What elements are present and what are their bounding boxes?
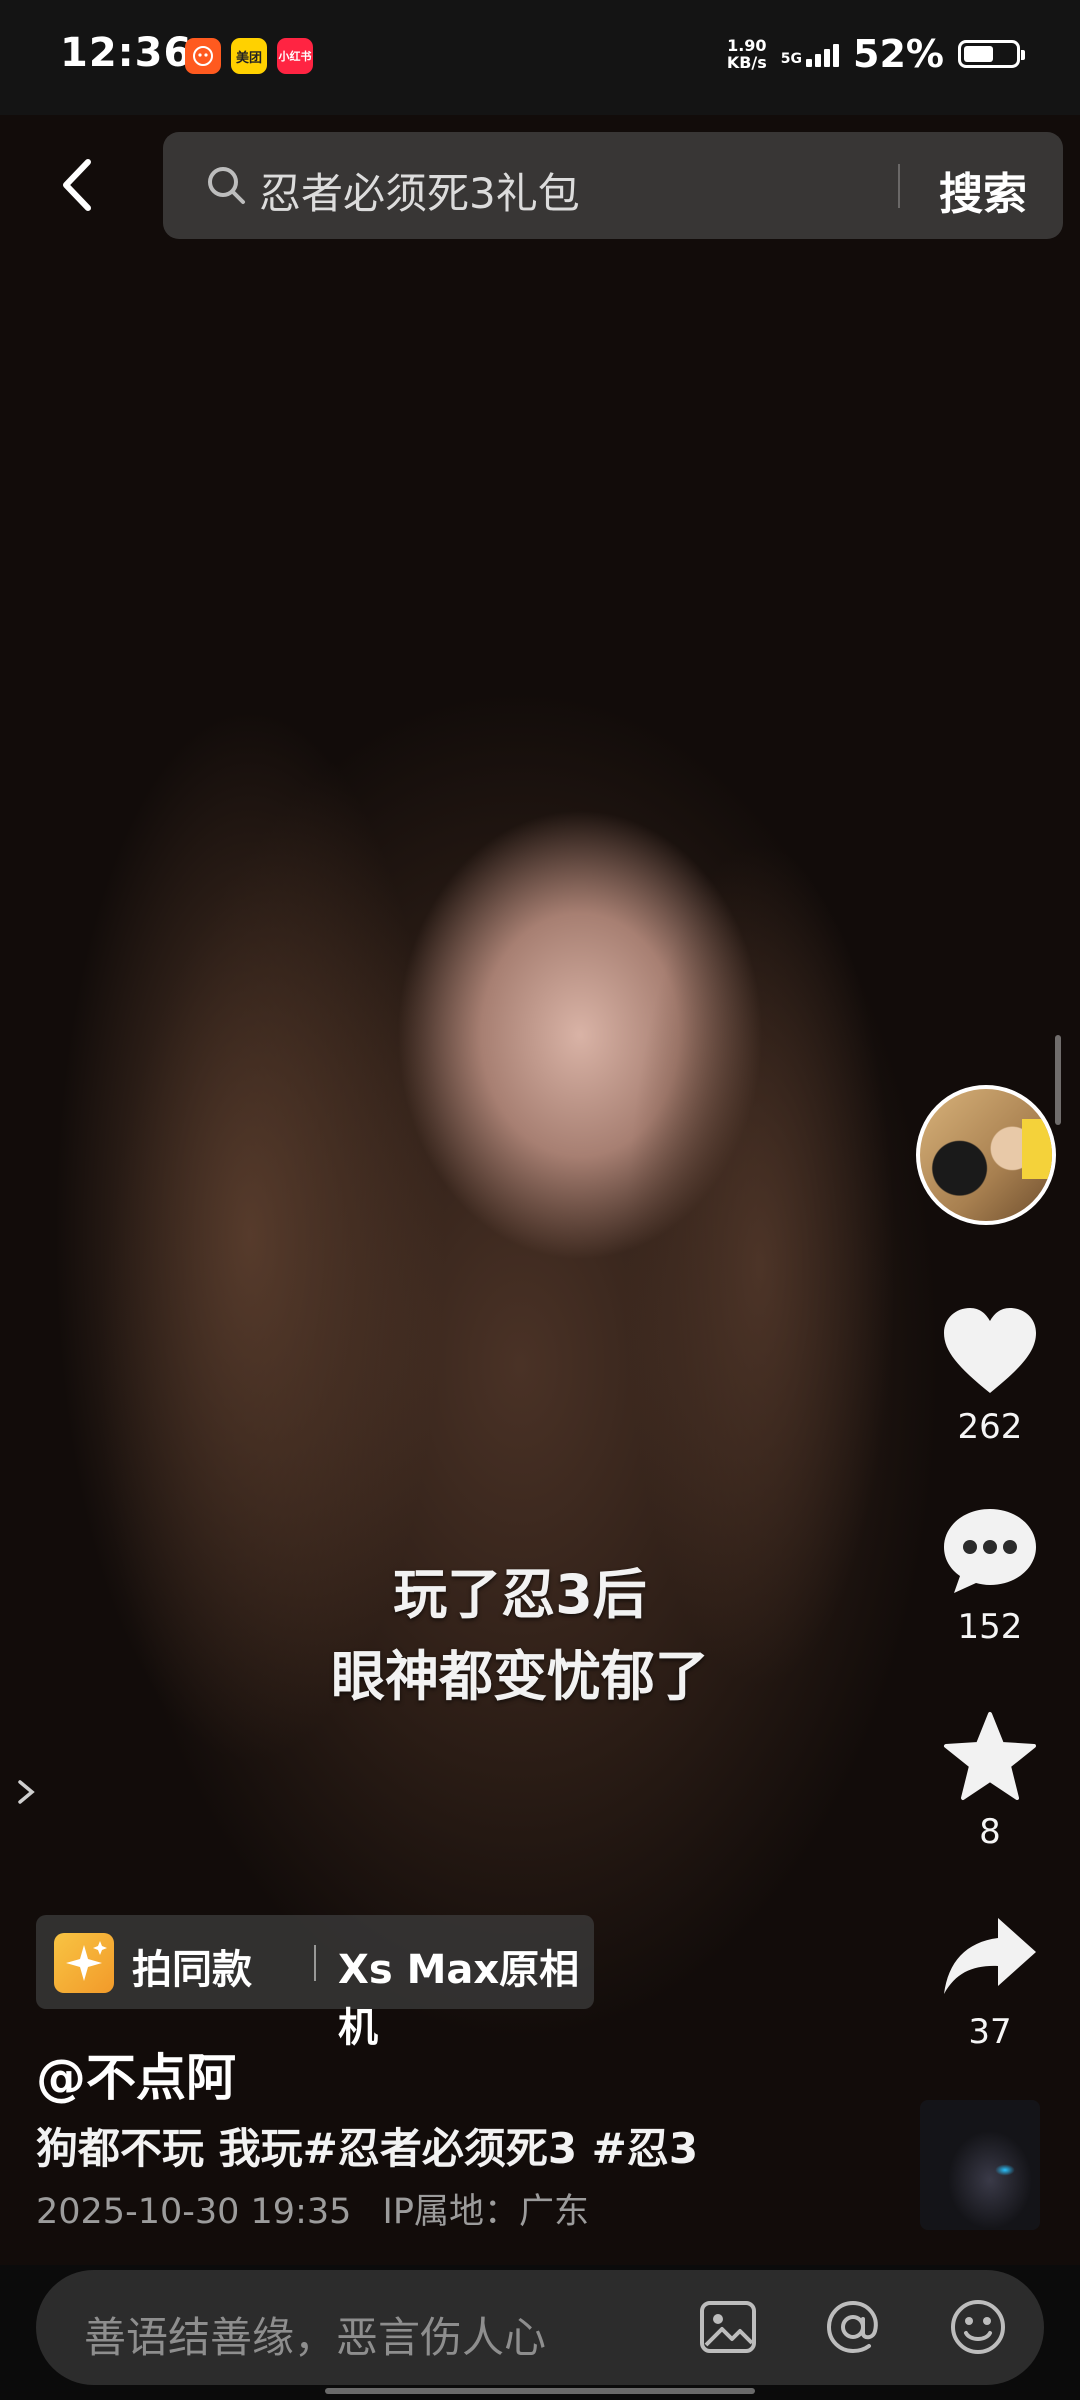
- battery-percentage: 52%: [853, 32, 944, 76]
- taobao-icon: [185, 38, 221, 74]
- shoot-same-template-chip[interactable]: 拍同款 Xs Max原相机: [36, 1915, 594, 2051]
- video-caption-line-1: 玩了忍3后: [393, 1563, 647, 1626]
- network-type: 5G: [780, 51, 803, 67]
- share-count: 37: [968, 2012, 1012, 2052]
- sparkle-icon: [54, 1933, 114, 1993]
- ip-location: IP属地：广东: [382, 2192, 589, 2232]
- image-icon[interactable]: [698, 2297, 758, 2357]
- video-caption-line-2: 眼神都变忧郁了: [331, 1645, 709, 1708]
- video-frame-detail: [0, 535, 560, 2035]
- post-datetime: 2025-10-30 19:35: [36, 2192, 352, 2232]
- comment-bubble-icon: [944, 1509, 1036, 1593]
- template-chip-camera: Xs Max原相机: [338, 1947, 580, 2051]
- like-button[interactable]: 262: [930, 1305, 1050, 1447]
- search-input[interactable]: 忍者必须死3礼包: [259, 160, 580, 221]
- author-name[interactable]: @不点阿: [36, 2038, 236, 2110]
- chevron-left-icon: [63, 159, 91, 211]
- video-frame-detail: [560, 765, 980, 1965]
- comment-input-bar[interactable]: 善语结善缘，恶言伤人心: [36, 2270, 1044, 2385]
- scroll-indicator: [1055, 1035, 1061, 1125]
- chevron-right-icon: [18, 1780, 35, 1804]
- battery-icon: [958, 40, 1025, 68]
- star-icon: [944, 1712, 1036, 1800]
- at-mention-icon[interactable]: [823, 2297, 883, 2357]
- meituan-icon: 美团: [231, 38, 267, 74]
- search-bar[interactable]: 忍者必须死3礼包 搜索: [163, 132, 1063, 239]
- music-avatar[interactable]: [920, 2100, 1040, 2230]
- heart-icon: [944, 1308, 1036, 1393]
- net-speed: 1.90 KB/s: [727, 37, 767, 71]
- status-indicators: 1.90 KB/s 5G 52%: [727, 32, 1025, 76]
- comment-input[interactable]: 善语结善缘，恶言伤人心: [84, 2304, 546, 2365]
- favorite-count: 8: [979, 1812, 1001, 1852]
- chip-divider: [314, 1945, 316, 1981]
- comment-button[interactable]: 152: [930, 1505, 1050, 1647]
- creator-avatar[interactable]: [916, 1085, 1056, 1225]
- notification-app-icons: 美团 小红书: [185, 38, 313, 74]
- template-chip-label: 拍同款: [132, 1947, 252, 1993]
- net-speed-unit: KB/s: [726, 53, 767, 72]
- search-divider: [898, 164, 900, 208]
- xiaohongshu-icon: 小红书: [277, 38, 313, 74]
- status-time: 12:36: [60, 30, 193, 76]
- like-count: 262: [957, 1407, 1023, 1447]
- side-panel-toggle[interactable]: [12, 1772, 42, 1812]
- favorite-button[interactable]: 8: [930, 1710, 1050, 1852]
- signal-bars-icon: [806, 41, 840, 67]
- share-button[interactable]: 37: [930, 1910, 1050, 2052]
- search-icon: [208, 167, 245, 204]
- home-indicator[interactable]: [325, 2388, 755, 2394]
- status-bar: 12:36 美团 小红书 1.90 KB/s 5G 52%: [0, 0, 1080, 115]
- net-speed-value: 1.90: [727, 36, 767, 55]
- comment-count: 152: [957, 1607, 1023, 1647]
- post-description[interactable]: 狗都不玩 我玩#忍者必须死3 #忍3: [36, 2115, 698, 2176]
- back-button[interactable]: [50, 150, 110, 220]
- post-meta: 2025-10-30 19:35 IP属地：广东: [36, 2183, 589, 2234]
- cellular-signal: 5G: [780, 41, 840, 67]
- search-button[interactable]: 搜索: [939, 158, 1027, 222]
- share-arrow-icon: [944, 1918, 1036, 1994]
- emoji-icon[interactable]: [948, 2297, 1008, 2357]
